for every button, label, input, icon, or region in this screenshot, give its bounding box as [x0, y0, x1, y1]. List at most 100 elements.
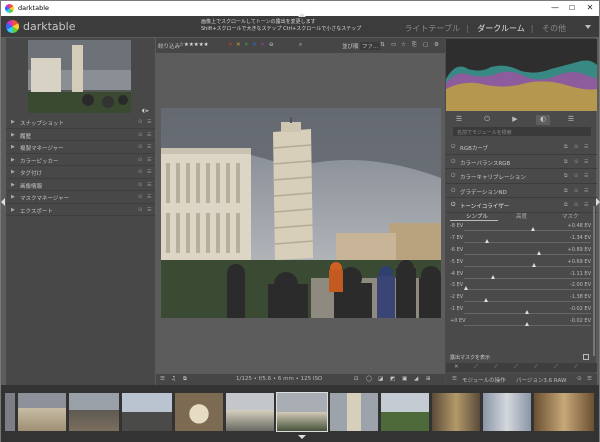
ev-slider-row[interactable]: -8 EV +0.48 EV — [450, 222, 591, 234]
color-label-green-icon[interactable]: ✕ — [244, 42, 249, 48]
histogram[interactable] — [446, 39, 597, 111]
ev-slider-track[interactable] — [464, 241, 591, 243]
module-graduated-nd[interactable]: ⏻ グラデーションND ⧉ ⊙ ☰ — [446, 184, 597, 198]
footer-presets-icon[interactable]: ☰ — [587, 376, 592, 382]
color-label-yellow-icon[interactable]: ✕ — [236, 42, 241, 48]
reset-icon[interactable]: ⊙ — [138, 182, 142, 188]
filmstrip-thumb[interactable] — [175, 393, 223, 431]
maximize-button[interactable]: ☐ — [563, 2, 581, 14]
ev-slider-track[interactable] — [464, 253, 591, 255]
presets-icon[interactable]: ☰ — [584, 188, 588, 194]
collapse-top-arrow-icon[interactable] — [298, 13, 306, 17]
monitor-icon[interactable]: ▢ — [423, 42, 428, 48]
clipboard-icon[interactable]: ⎘ — [412, 42, 416, 49]
reset-icon[interactable]: ⊙ — [574, 173, 578, 179]
tool-brush-icon[interactable]: ⟋ — [494, 364, 498, 371]
ev-slider-handle[interactable] — [484, 238, 489, 243]
tab-advanced[interactable]: 高度 — [516, 212, 527, 220]
presets-icon[interactable]: ☰ — [584, 144, 588, 150]
presets-icon[interactable]: ☰ — [147, 132, 151, 138]
presets-icon[interactable]: ☰ — [147, 182, 151, 188]
module-export[interactable]: ▶ エクスポート ⊙ ☰ — [6, 204, 155, 216]
gamut-check-icon[interactable]: ◢ — [414, 376, 418, 382]
filmstrip-thumb[interactable] — [330, 393, 378, 431]
minimize-button[interactable]: — — [546, 2, 564, 14]
guides-icon[interactable]: ⊞ — [426, 376, 431, 382]
view-lighttable[interactable]: ライトテーブル — [404, 24, 460, 33]
main-image[interactable] — [161, 108, 441, 318]
tool-pipette-icon[interactable]: ⟋ — [474, 364, 478, 371]
ev-slider-handle[interactable] — [525, 310, 529, 315]
right-scrollbar[interactable] — [593, 206, 595, 356]
ev-slider-track[interactable] — [464, 289, 591, 291]
multi-instance-icon[interactable]: ⧉ — [564, 173, 568, 179]
module-color-balance-rgb[interactable]: ⏻ カラーバランスRGB ⧉ ⊙ ☰ — [446, 155, 597, 169]
module-mask-manager[interactable]: ▶ マスクマネージャー ⊙ ☰ — [6, 191, 155, 204]
reset-icon[interactable]: ⊙ — [574, 144, 578, 150]
reset-icon[interactable]: ⊙ — [138, 119, 142, 125]
filmstrip-thumb-selected[interactable] — [276, 392, 328, 432]
presets-icon[interactable]: ☰ — [584, 173, 588, 179]
footer-reset-icon[interactable]: ⊙ — [577, 376, 582, 382]
ev-slider-row[interactable]: -7 EV -1.34 EV — [450, 234, 591, 246]
ev-slider-row[interactable]: -5 EV +0.69 EV — [450, 258, 591, 270]
raw-overexposed-icon[interactable]: ◪ — [378, 376, 383, 382]
sort-order-icon[interactable]: ⇅ — [380, 42, 385, 48]
tool-gradient-icon[interactable]: ⟋ — [554, 364, 558, 371]
footer-left-icon[interactable]: ☰ — [452, 376, 457, 382]
close-all-icon[interactable]: ✕ — [454, 364, 459, 370]
tool-line-icon[interactable]: ⟋ — [514, 364, 518, 371]
filmstrip-thumb[interactable] — [5, 393, 15, 431]
multi-instance-icon[interactable]: ⧉ — [564, 159, 568, 165]
module-duplicate-manager[interactable]: ▶ 複製マネージャー ⊙ ☰ — [6, 141, 155, 154]
search-icon[interactable]: ⌕ — [299, 42, 302, 49]
ev-slider-row[interactable]: -1 EV -0.02 EV — [450, 305, 591, 317]
ev-slider-track[interactable] — [464, 265, 591, 267]
show-exposure-mask-row[interactable]: 露出マスクを表示 — [450, 353, 591, 362]
star-rating-filter[interactable]: ☆★★★★★ — [179, 42, 209, 48]
close-button[interactable]: ✕ — [581, 2, 599, 14]
module-rgb-curve[interactable]: ⏻ RGBカーブ ⧉ ⊙ ☰ — [446, 140, 597, 155]
filmstrip-thumb[interactable] — [381, 393, 429, 431]
reset-icon[interactable]: ⊙ — [574, 159, 578, 165]
ev-slider-row[interactable]: -3 EV -2.00 EV — [450, 281, 591, 293]
presets-icon[interactable]: ☰ — [147, 194, 151, 200]
color-label-red-icon[interactable]: ✕ — [228, 42, 233, 48]
reset-icon[interactable]: ⊙ — [574, 202, 578, 208]
presets-icon[interactable]: ☰ — [147, 157, 151, 163]
settings-gear-icon[interactable]: ⚙ — [434, 42, 439, 48]
color-label-purple-icon[interactable]: ✕ — [260, 42, 265, 48]
tab-presets-icon[interactable]: ☰ — [564, 115, 578, 125]
ev-slider-handle[interactable] — [483, 298, 488, 303]
star-icon[interactable]: ☆ — [401, 42, 406, 48]
clipping-icon[interactable]: ◩ — [390, 376, 395, 382]
module-color-picker[interactable]: ▶ カラーピッカー ⊙ ☰ — [6, 154, 155, 166]
multi-instance-icon[interactable]: ⧉ — [564, 144, 568, 150]
tab-quick-access-icon[interactable]: ☰ — [452, 115, 466, 125]
module-image-info[interactable]: ▶ 画像情報 ⊙ ☰ — [6, 179, 155, 191]
softproof-icon[interactable]: ▣ — [402, 376, 407, 382]
power-icon[interactable]: ⏻ — [451, 188, 455, 195]
filmstrip-thumb[interactable] — [18, 393, 66, 431]
ev-slider-handle[interactable] — [532, 262, 537, 267]
focus-peaking-icon[interactable]: ⊡ — [354, 376, 359, 382]
multi-instance-icon[interactable]: ⧉ — [564, 188, 568, 194]
module-color-calibration[interactable]: ⏻ カラーキャリブレーション ⧉ ⊙ ☰ — [446, 169, 597, 184]
ev-slider-row[interactable]: -6 EV +0.89 EV — [450, 246, 591, 258]
ev-slider-track[interactable] — [464, 230, 591, 231]
reset-icon[interactable]: ⊙ — [138, 169, 142, 175]
color-assessment-icon[interactable]: ◯ — [366, 376, 372, 382]
collapse-bottom-arrow-icon[interactable] — [298, 435, 306, 439]
module-history[interactable]: ▶ 履歴 ⊙ ☰ — [6, 129, 155, 141]
view-darkroom[interactable]: ダークルーム — [477, 24, 525, 33]
module-tagging[interactable]: ▶ タグ付け ⊙ ☰ — [6, 166, 155, 179]
ev-slider-row[interactable]: -4 EV -1.11 EV — [450, 270, 591, 282]
preset-version-label[interactable]: バージョン3.6 RAW — [516, 376, 566, 384]
power-icon[interactable]: ⏻ — [451, 144, 455, 151]
color-label-blue-icon[interactable]: ✕ — [252, 42, 257, 48]
reset-icon[interactable]: ⊙ — [138, 207, 142, 213]
reset-icon[interactable]: ⊙ — [138, 157, 142, 163]
tool-mask-icon[interactable]: ⟋ — [574, 364, 578, 371]
tab-simple[interactable]: シンプル — [466, 212, 488, 220]
presets-icon[interactable]: ☰ — [584, 159, 588, 165]
